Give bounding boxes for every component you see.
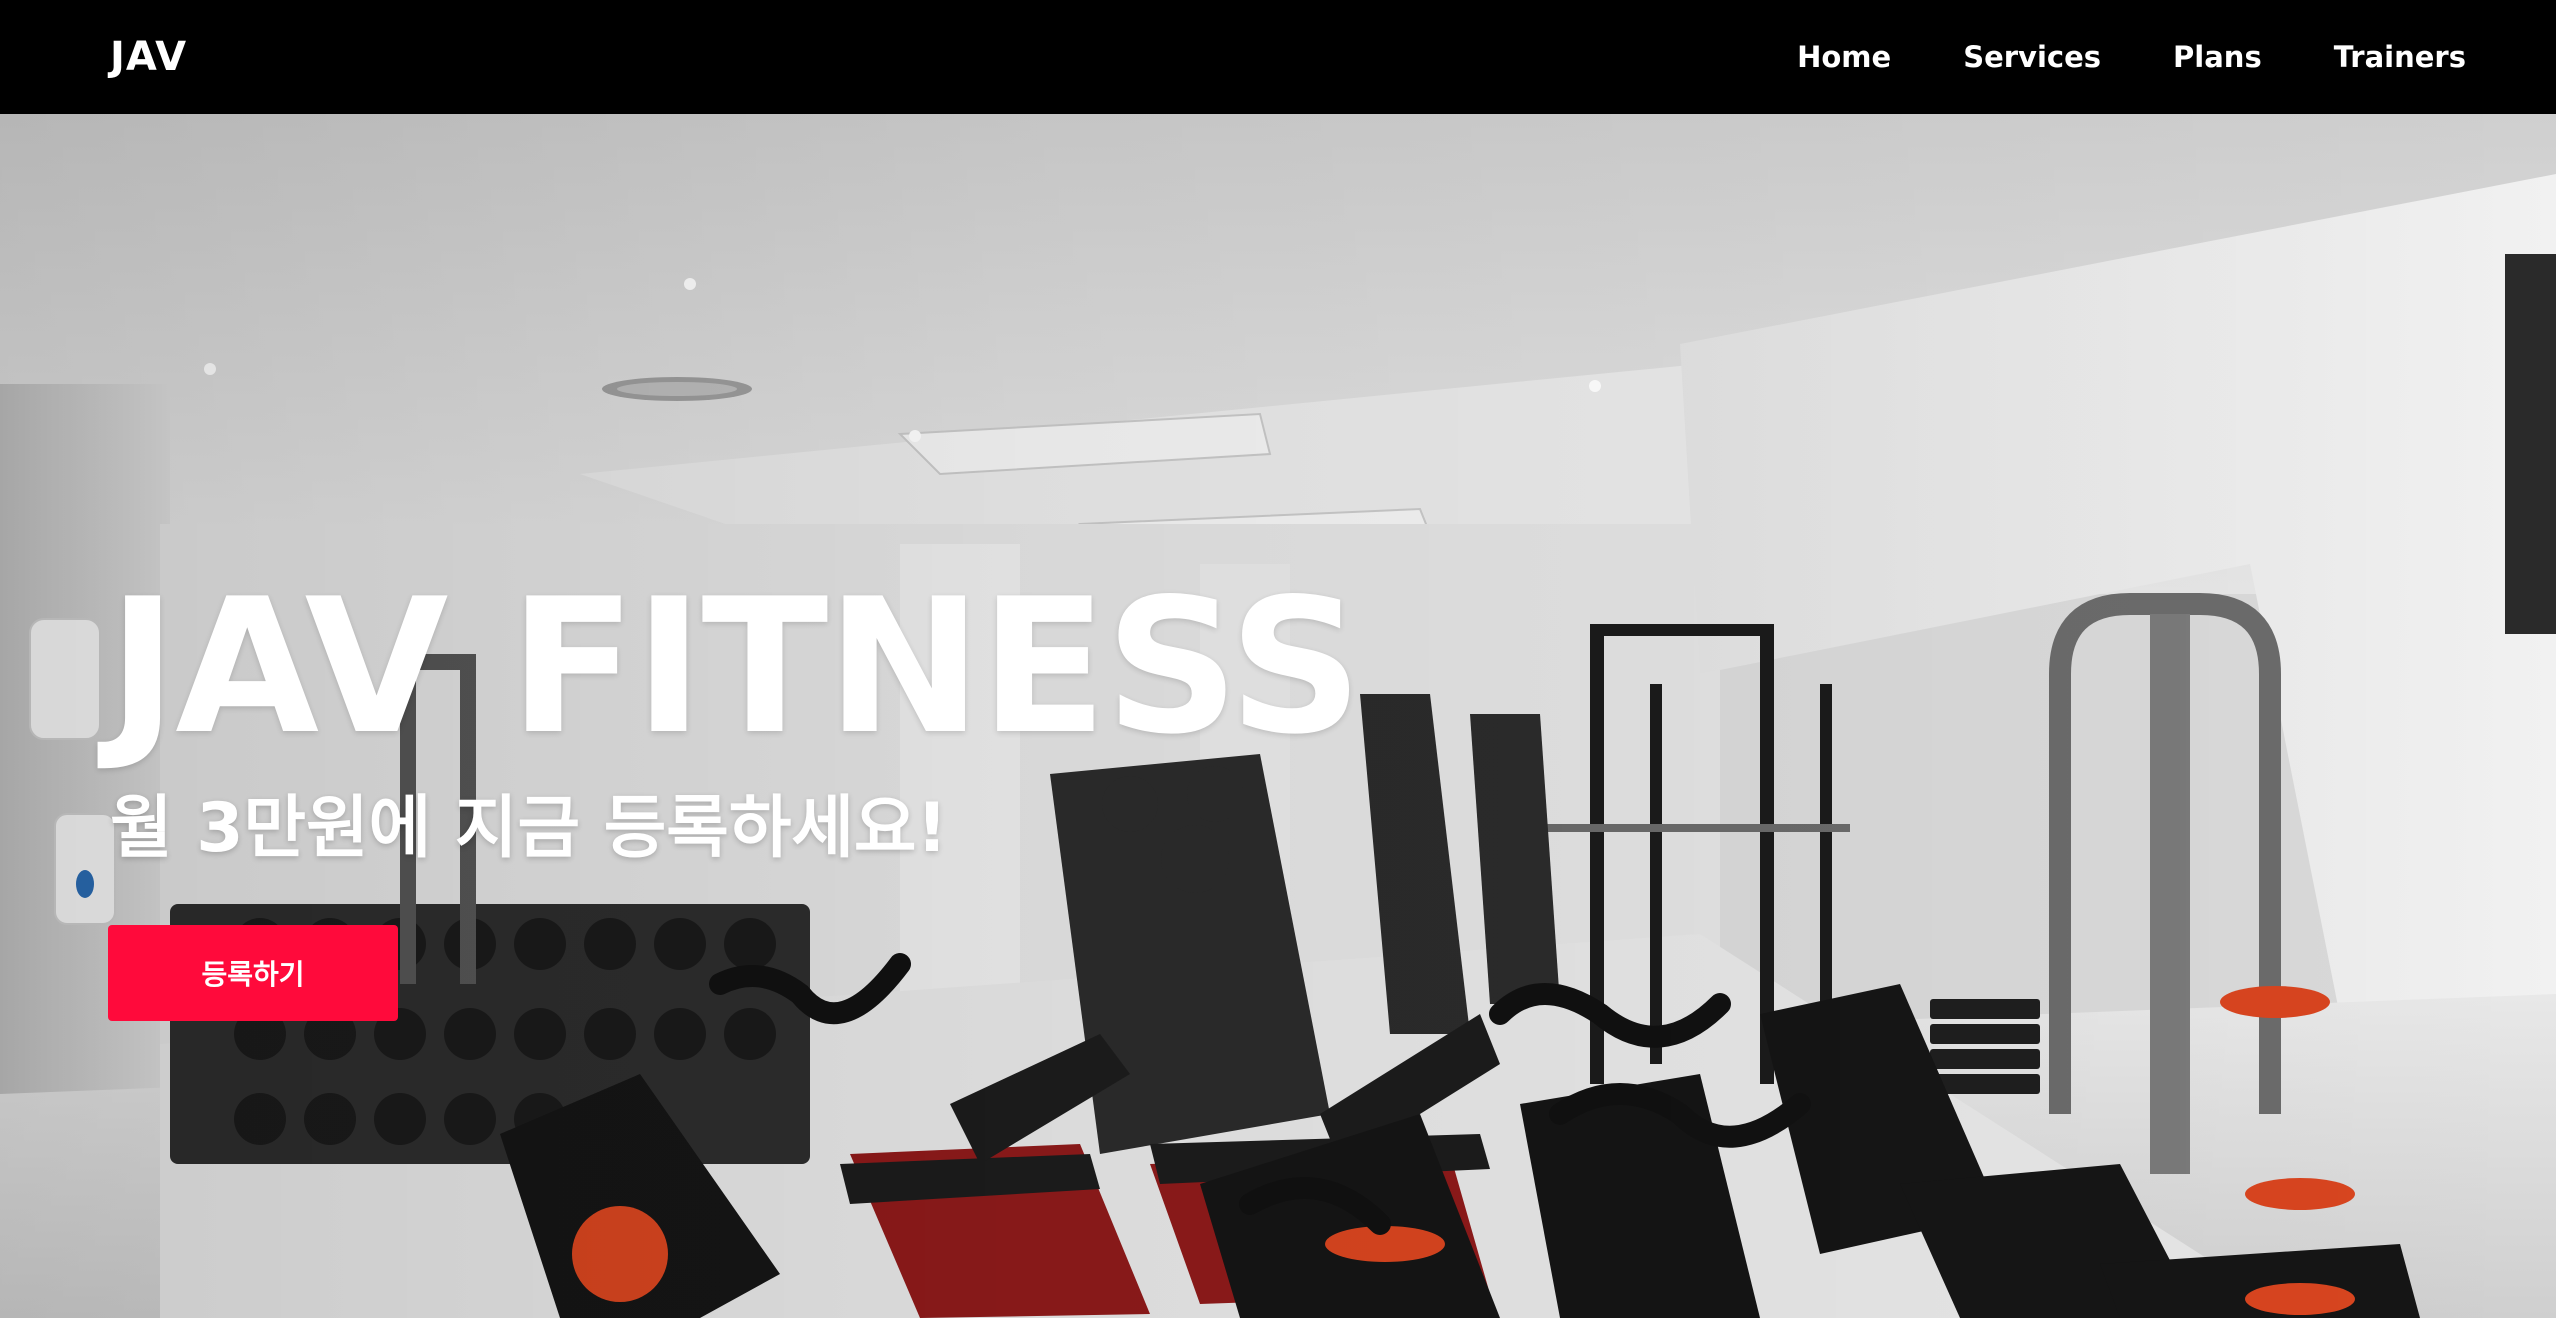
nav-link-trainers[interactable]: Trainers (2334, 40, 2466, 74)
nav-link-plans[interactable]: Plans (2173, 40, 2262, 74)
hero-title: JAV FITNESS (108, 558, 1363, 775)
nav-link-services[interactable]: Services (1963, 40, 2101, 74)
nav-link-home[interactable]: Home (1797, 40, 1891, 74)
main-nav: Home Services Plans Trainers (1797, 40, 2466, 74)
hero-content: JAV FITNESS 월 3만원에 지금 등록하세요! 등록하기 (108, 558, 1363, 1021)
hero-section: JAV FITNESS 월 3만원에 지금 등록하세요! 등록하기 (0, 114, 2556, 1318)
top-navbar: JAV Home Services Plans Trainers (0, 0, 2556, 114)
register-button[interactable]: 등록하기 (108, 924, 398, 1021)
site-logo[interactable]: JAV (110, 34, 187, 80)
hero-subtitle: 월 3만원에 지금 등록하세요! (110, 789, 948, 868)
